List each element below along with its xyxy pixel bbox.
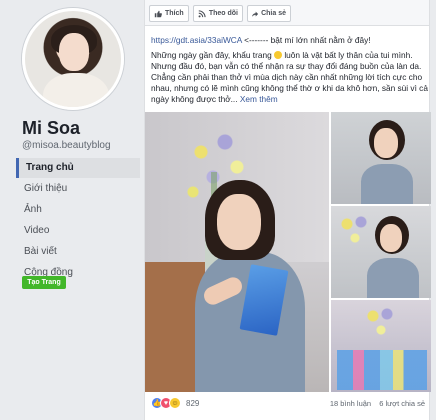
reaction-count[interactable]: 829 [186, 399, 199, 408]
post-photo-2[interactable] [331, 112, 431, 204]
follow-label: Theo dõi [208, 10, 238, 17]
post-text: https://gdt.asia/33aiWCA <------- bật mí… [151, 35, 429, 105]
share-count[interactable]: 6 lượt chia sẻ [379, 399, 425, 408]
nav-item-videos[interactable]: Video [16, 221, 140, 241]
post-photo-4[interactable] [331, 300, 431, 392]
photo-3-dress [367, 258, 419, 298]
haha-reaction-icon: ☺ [169, 397, 181, 409]
nav-item-about[interactable]: Giới thiệu [16, 179, 140, 199]
page-nav: Trang chủ Giới thiệu Ảnh Video Bài viết … [16, 158, 140, 284]
avatar-face [59, 33, 89, 71]
page-action-bar: Thích Theo dõi Chia sẻ [145, 0, 429, 26]
reaction-summary[interactable]: 👍 ♥ ☺ 829 [151, 397, 199, 409]
post-link-line: https://gdt.asia/33aiWCA <------- bật mí… [151, 35, 429, 46]
photo-3-flowers [335, 212, 375, 252]
post-short-link[interactable]: https://gdt.asia/33aiWCA [151, 35, 242, 45]
comment-count[interactable]: 18 bình luận [330, 399, 371, 408]
photo-4-products [337, 350, 427, 390]
post-photo-main[interactable] [145, 112, 329, 392]
post-body-start: Những ngày gần đây, khẩu trang [151, 50, 272, 60]
smile-emoji-icon [274, 51, 283, 59]
page-handle[interactable]: @misoa.beautyblog [22, 140, 111, 151]
share-button[interactable]: Chia sẻ [247, 5, 291, 22]
post-body: Những ngày gần đây, khẩu trang luôn là v… [151, 50, 429, 105]
share-label: Chia sẻ [261, 10, 286, 17]
rss-icon [198, 9, 206, 17]
like-label: Thích [165, 10, 184, 17]
page-name[interactable]: Mi Soa [22, 118, 80, 139]
see-more-link[interactable]: Xem thêm [240, 94, 278, 104]
post-stats: 18 bình luận 6 lượt chia sẻ [330, 399, 425, 408]
nav-item-home[interactable]: Trang chủ [16, 158, 140, 178]
photo-3-face [380, 224, 402, 252]
post-card: Thích Theo dõi Chia sẻ https://gdt.asia/… [144, 0, 431, 420]
photo-4-flowers [361, 304, 401, 344]
photo-2-dress [361, 164, 413, 204]
avatar-body [43, 73, 109, 107]
photo-person-face [217, 194, 261, 250]
follow-button[interactable]: Theo dõi [193, 5, 243, 22]
create-page-button[interactable]: Tạo Trang [22, 276, 66, 289]
like-page-button[interactable]: Thích [149, 5, 189, 22]
nav-item-posts[interactable]: Bài viết [16, 242, 140, 262]
post-link-caption: <------- bật mí lớn nhất nằm ở đây! [241, 35, 371, 45]
post-footer: 👍 ♥ ☺ 829 18 bình luận 6 lượt chia sẻ [145, 392, 429, 420]
share-arrow-icon [252, 11, 259, 17]
nav-item-photos[interactable]: Ảnh [16, 200, 140, 220]
profile-avatar[interactable] [22, 8, 124, 110]
post-photo-3[interactable] [331, 206, 431, 298]
photo-2-face [374, 128, 398, 158]
thumb-up-icon [154, 10, 162, 17]
page-sidebar: Mi Soa @misoa.beautyblog Trang chủ Giới … [0, 0, 144, 420]
